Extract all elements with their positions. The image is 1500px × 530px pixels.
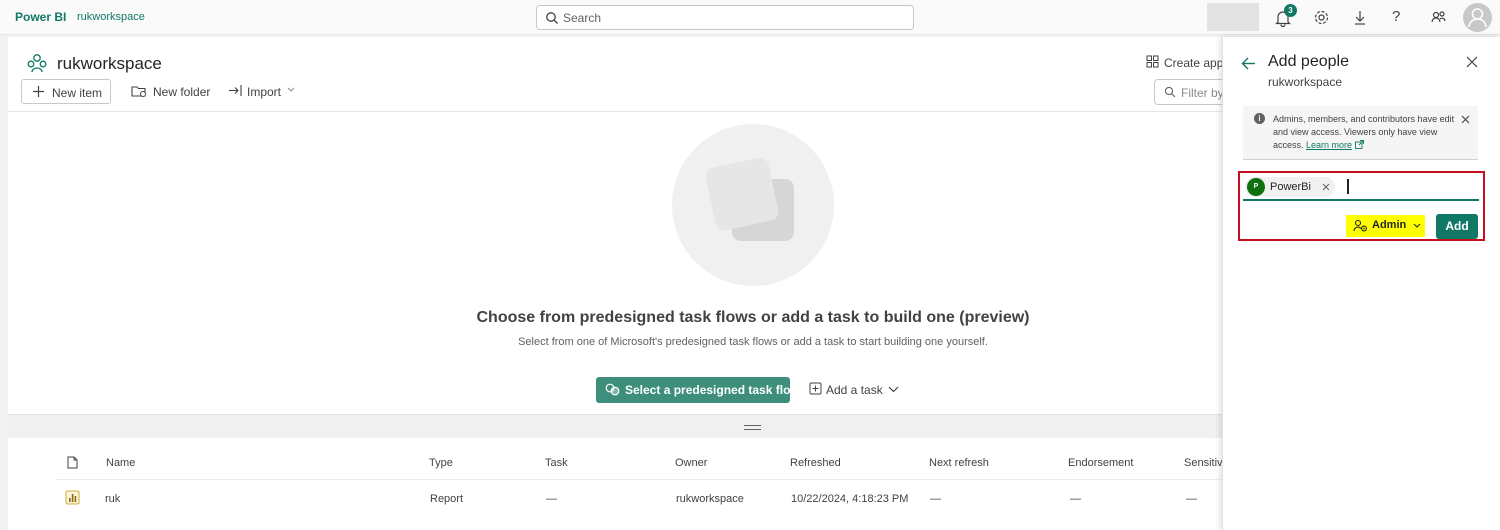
workspace-main: rukworkspace Create app New item New fol…: [8, 37, 1234, 530]
task-flow-title: Choose from predesigned task flows or ad…: [476, 309, 1030, 326]
person-name: PowerBi: [1270, 181, 1311, 193]
import-label: Import: [247, 85, 282, 99]
info-text: Admins, members, and contributors have e…: [1273, 113, 1458, 152]
share-people-icon[interactable]: [1430, 9, 1448, 27]
workspace-title: rukworkspace: [57, 54, 162, 73]
search-box[interactable]: [536, 5, 914, 30]
back-arrow-icon[interactable]: [1241, 57, 1256, 70]
search-icon: [545, 11, 559, 25]
learn-more-link[interactable]: Learn more: [1306, 140, 1352, 150]
import-button[interactable]: Import: [228, 79, 308, 104]
drag-handle-icon[interactable]: [744, 425, 761, 430]
col-next-refresh[interactable]: Next refresh: [929, 457, 989, 469]
file-type-icon: [67, 456, 78, 469]
cell-owner: rukworkspace: [676, 493, 744, 505]
learn-more-label: Learn more: [1306, 140, 1353, 150]
search-icon: [1164, 86, 1176, 98]
people-picker-input[interactable]: P PowerBi: [1243, 175, 1479, 201]
col-endorsement[interactable]: Endorsement: [1068, 457, 1133, 469]
header-divider: [56, 479, 1222, 480]
col-task[interactable]: Task: [545, 457, 568, 469]
info-icon: i: [1254, 113, 1265, 124]
text-cursor: [1347, 179, 1349, 194]
task-flow-illustration: [672, 124, 834, 286]
panel-subtitle: rukworkspace: [1268, 75, 1343, 89]
import-icon: [228, 84, 243, 97]
gear-icon[interactable]: [1313, 9, 1331, 27]
toolbar-divider: [8, 111, 1222, 112]
cell-endorsement: —: [1070, 493, 1081, 505]
app-grid-icon: [1146, 55, 1159, 68]
top-bar: Power BI rukworkspace 3 ?: [0, 0, 1500, 35]
new-item-button[interactable]: New item: [21, 79, 111, 104]
external-link-icon: [1354, 140, 1364, 149]
notification-badge: 3: [1284, 4, 1297, 17]
add-people-panel: Add people rukworkspace i Admins, member…: [1222, 37, 1500, 530]
col-type[interactable]: Type: [429, 457, 453, 469]
remove-chip-icon[interactable]: [1322, 183, 1330, 191]
chevron-down-icon: [1413, 223, 1421, 228]
plus-icon: [32, 85, 45, 98]
cell-next-refresh: —: [930, 493, 941, 505]
help-icon[interactable]: ?: [1392, 8, 1410, 26]
dismiss-info-icon[interactable]: [1461, 115, 1470, 124]
app-brand[interactable]: Power BI: [15, 10, 66, 24]
col-owner[interactable]: Owner: [675, 457, 707, 469]
search-input[interactable]: [563, 9, 903, 26]
breadcrumb-workspace[interactable]: rukworkspace: [77, 11, 145, 23]
create-app-label: Create app: [1164, 56, 1224, 70]
people-settings-icon: [1353, 219, 1368, 233]
cell-sensitivity: —: [1186, 493, 1197, 505]
resize-splitter[interactable]: [8, 414, 1222, 438]
select-task-flow-button[interactable]: Select a predesigned task flow: [596, 377, 800, 403]
cell-name[interactable]: ruk: [105, 493, 120, 505]
cell-refreshed: 10/22/2024, 4:18:23 PM: [791, 493, 909, 505]
cell-type: Report: [430, 493, 464, 505]
account-placeholder: [1207, 3, 1259, 31]
add-task-label: Add a task: [826, 383, 883, 397]
close-icon[interactable]: [1466, 56, 1478, 68]
download-icon[interactable]: [1352, 9, 1370, 27]
col-refreshed[interactable]: Refreshed: [790, 457, 841, 469]
user-avatar[interactable]: [1463, 3, 1492, 32]
new-folder-button[interactable]: New folder: [131, 79, 221, 104]
add-box-icon: [809, 382, 822, 395]
selected-person-chip[interactable]: P PowerBi: [1245, 177, 1335, 197]
new-folder-label: New folder: [153, 85, 211, 99]
select-task-flow-label: Select a predesigned task flow: [625, 383, 800, 397]
workspace-icon: [26, 52, 48, 74]
report-icon: [65, 490, 80, 505]
cell-task: —: [546, 493, 557, 505]
task-flow-icon: [605, 382, 620, 397]
chevron-down-icon: [888, 386, 899, 393]
add-button[interactable]: Add: [1436, 214, 1478, 239]
person-avatar: P: [1247, 178, 1265, 196]
task-flow-subtitle: Select from one of Microsoft's predesign…: [518, 336, 988, 348]
col-name[interactable]: Name: [106, 457, 135, 469]
filter-placeholder: Filter by: [1181, 86, 1224, 100]
chevron-down-icon: [287, 87, 295, 93]
info-message-bar: i Admins, members, and contributors have…: [1243, 106, 1478, 160]
col-sensitivity[interactable]: Sensitiv: [1184, 457, 1223, 469]
folder-icon: [131, 84, 147, 98]
role-label: Admin: [1372, 219, 1407, 231]
new-item-label: New item: [52, 86, 103, 100]
role-dropdown[interactable]: Admin: [1346, 215, 1425, 237]
panel-title: Add people: [1268, 53, 1349, 70]
